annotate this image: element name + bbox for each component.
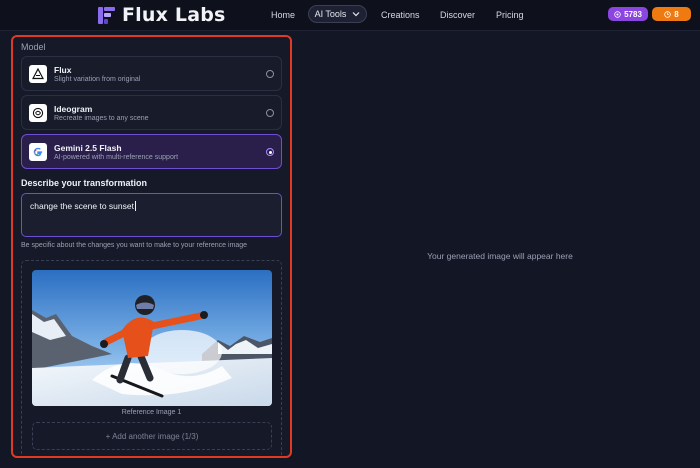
transformation-label: Describe your transformation xyxy=(21,178,148,188)
credits-count: 5783 xyxy=(624,9,642,19)
model-description: Slight variation from original xyxy=(54,76,141,83)
prompt-text: change the scene to sunset xyxy=(30,201,134,211)
chevron-down-icon xyxy=(352,12,360,17)
model-name: Ideogram xyxy=(54,104,93,114)
model-description: AI-powered with multi-reference support xyxy=(54,154,179,161)
model-radio[interactable] xyxy=(266,70,274,78)
add-image-button[interactable]: + Add another image (1/3) xyxy=(32,422,272,450)
nav-pricing[interactable]: Pricing xyxy=(496,10,524,20)
nav-creations[interactable]: Creations xyxy=(381,10,420,20)
reference-image-1[interactable] xyxy=(32,270,272,406)
output-placeholder: Your generated image will appear here xyxy=(427,251,573,261)
generator-panel: Model Flux Slight variation from origina… xyxy=(11,35,292,458)
transformation-prompt-input[interactable]: change the scene to sunset xyxy=(21,193,282,237)
coins-badge[interactable]: 8 xyxy=(652,7,691,21)
nav-ai-tools-dropdown[interactable]: AI Tools xyxy=(308,5,367,23)
coins-count: 8 xyxy=(674,9,679,19)
text-caret xyxy=(134,201,136,211)
model-option-ideogram[interactable]: Ideogram Recreate images to any scene xyxy=(21,95,282,130)
model-radio[interactable] xyxy=(266,109,274,117)
reference-image-caption: Reference Image 1 xyxy=(121,409,182,416)
reference-image-dropzone[interactable]: Reference Image 1 + Add another image (1… xyxy=(21,260,282,456)
ideogram-logo-icon xyxy=(29,104,47,122)
top-navigation: Flux Labs Home AI Tools Creations Discov… xyxy=(0,0,700,31)
model-name: Gemini 2.5 Flash xyxy=(54,143,122,153)
credits-badge[interactable]: 5783 xyxy=(608,7,648,21)
brand[interactable]: Flux Labs xyxy=(98,4,226,26)
model-option-gemini[interactable]: Gemini 2.5 Flash AI-powered with multi-r… xyxy=(21,134,282,169)
credits-icon xyxy=(614,10,621,18)
snowboarder-photo xyxy=(32,270,272,406)
nav-home[interactable]: Home xyxy=(271,10,295,20)
model-section-label: Model xyxy=(21,42,46,52)
model-option-flux[interactable]: Flux Slight variation from original xyxy=(21,56,282,91)
model-description: Recreate images to any scene xyxy=(54,115,149,122)
google-logo-icon xyxy=(29,143,47,161)
model-radio-selected[interactable] xyxy=(266,148,274,156)
clock-icon xyxy=(664,10,671,18)
nav-discover[interactable]: Discover xyxy=(440,10,475,20)
model-name: Flux xyxy=(54,65,72,75)
brand-name: Flux Labs xyxy=(122,4,226,26)
nav-ai-tools-label: AI Tools xyxy=(314,9,347,19)
flux-labs-logo-icon xyxy=(98,6,115,24)
prompt-helper-text: Be specific about the changes you want t… xyxy=(21,242,248,249)
flux-logo-icon xyxy=(29,65,47,83)
